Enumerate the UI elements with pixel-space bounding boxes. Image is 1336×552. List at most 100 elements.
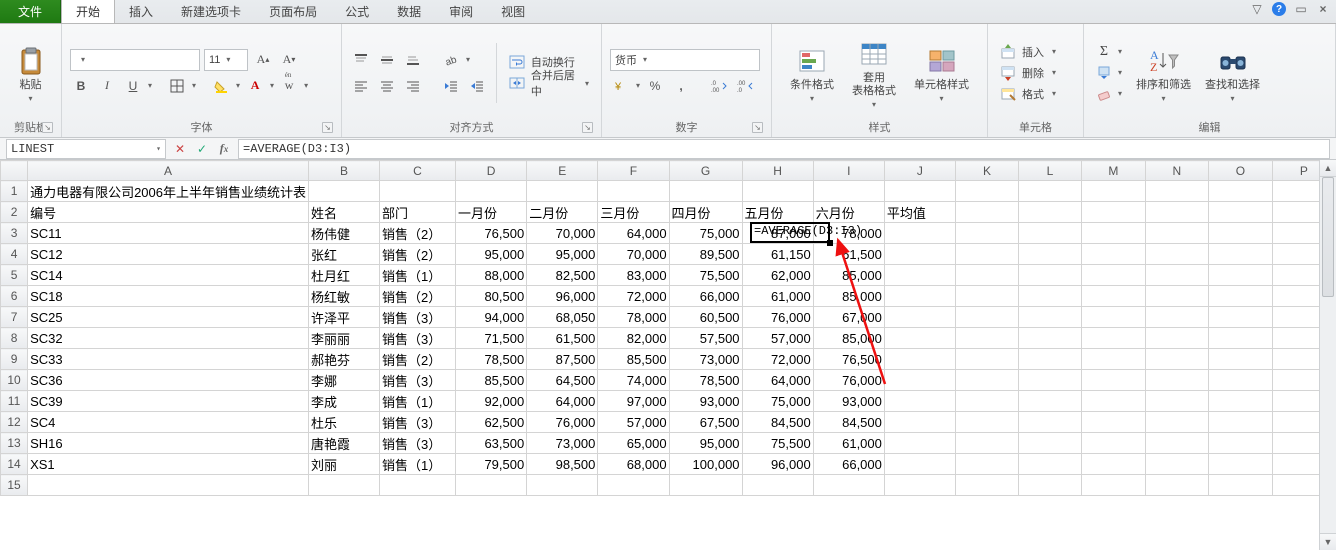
cell[interactable]: 杨伟健 [309,223,380,244]
cell[interactable]: 83,000 [598,265,669,286]
minimize-ribbon-icon[interactable]: ▽ [1250,2,1264,16]
cell[interactable]: 92,000 [456,391,527,412]
percent-style-button[interactable]: % [644,75,666,97]
cell[interactable] [1019,433,1082,454]
cell[interactable] [1145,349,1208,370]
cell[interactable] [884,328,955,349]
cell[interactable] [1019,391,1082,412]
tab-review[interactable]: 审阅 [435,0,487,23]
tab-home[interactable]: 开始 [61,0,115,23]
cell[interactable]: 97,000 [598,391,669,412]
row-header[interactable]: 9 [1,349,28,370]
cell[interactable] [1081,475,1145,496]
cell[interactable] [1209,475,1273,496]
cell[interactable]: 68,050 [527,307,598,328]
cell[interactable] [1209,412,1273,433]
cell[interactable]: 64,000 [598,223,669,244]
find-select-button[interactable]: 查找和选择▾ [1201,43,1264,103]
cell[interactable] [884,370,955,391]
cell[interactable]: 销售（1） [379,454,455,475]
vertical-scrollbar[interactable]: ▲ ▼ [1319,160,1336,550]
align-bottom-icon[interactable] [402,49,424,71]
dialog-launcher-icon[interactable]: ↘ [322,122,333,133]
cell[interactable] [884,223,955,244]
cell[interactable] [1145,307,1208,328]
sort-filter-button[interactable]: AZ 排序和筛选▾ [1132,43,1195,103]
scroll-down-icon[interactable]: ▼ [1320,533,1336,550]
cell[interactable] [955,328,1018,349]
cell[interactable]: 许泽平 [309,307,380,328]
column-header[interactable]: H [742,161,813,181]
cell[interactable]: 61,000 [742,286,813,307]
cell[interactable] [955,181,1018,202]
cell[interactable] [1081,454,1145,475]
cell[interactable]: SC32 [28,328,309,349]
cell[interactable]: XS1 [28,454,309,475]
font-name-combo[interactable]: ▾ [70,49,200,71]
cell[interactable]: 70,000 [527,223,598,244]
cell[interactable] [1019,370,1082,391]
row-header[interactable]: 12 [1,412,28,433]
cell[interactable]: 郝艳芬 [309,349,380,370]
row-header[interactable]: 15 [1,475,28,496]
column-header[interactable]: A [28,161,309,181]
cell[interactable]: 76,000 [527,412,598,433]
scroll-up-icon[interactable]: ▲ [1320,160,1336,177]
column-header[interactable]: D [456,161,527,181]
align-top-icon[interactable] [350,49,372,71]
cell[interactable]: 杜月红 [309,265,380,286]
increase-indent-icon[interactable] [466,75,488,97]
comma-style-button[interactable]: , [670,75,692,97]
cell[interactable]: 57,000 [742,328,813,349]
tab-insert[interactable]: 插入 [115,0,167,23]
cell[interactable] [1019,328,1082,349]
cell[interactable]: 93,000 [669,391,742,412]
cell[interactable] [1081,265,1145,286]
cell[interactable]: 四月份 [669,202,742,223]
cell[interactable]: 64,000 [527,391,598,412]
dialog-launcher-icon[interactable]: ↘ [42,122,53,133]
column-header[interactable]: E [527,161,598,181]
cell[interactable]: SC39 [28,391,309,412]
autosum-button[interactable]: Σ▾ [1092,41,1126,62]
cell[interactable]: 67,500 [669,412,742,433]
cell[interactable]: SH16 [28,433,309,454]
cell[interactable]: 销售（2） [379,223,455,244]
dialog-launcher-icon[interactable]: ↘ [752,122,763,133]
cell[interactable]: 销售（1） [379,391,455,412]
cell[interactable]: 五月份 [742,202,813,223]
cell[interactable] [884,349,955,370]
cell[interactable] [1019,349,1082,370]
cell[interactable]: 62,000 [742,265,813,286]
row-header[interactable]: 4 [1,244,28,265]
align-right-icon[interactable] [402,75,424,97]
cell[interactable]: 73,000 [669,349,742,370]
cell[interactable]: 60,500 [669,307,742,328]
column-header[interactable]: O [1209,161,1273,181]
cell[interactable] [1209,433,1273,454]
cell[interactable]: 57,000 [598,412,669,433]
bold-button[interactable]: B [70,75,92,97]
phonetic-guide-button[interactable]: wén [278,75,300,97]
cell[interactable] [955,412,1018,433]
cell[interactable] [1145,412,1208,433]
cell[interactable]: 销售（3） [379,328,455,349]
row-header[interactable]: 13 [1,433,28,454]
cell[interactable]: SC18 [28,286,309,307]
cell[interactable]: 79,500 [456,454,527,475]
border-button[interactable] [166,75,188,97]
column-header[interactable]: C [379,161,455,181]
cell[interactable] [1019,286,1082,307]
help-icon[interactable]: ? [1272,2,1286,16]
cell[interactable]: 76,500 [456,223,527,244]
cell[interactable] [1081,349,1145,370]
cell[interactable] [1019,244,1082,265]
row-header[interactable]: 8 [1,328,28,349]
cell[interactable] [1209,223,1273,244]
cell[interactable]: SC12 [28,244,309,265]
cell[interactable] [813,181,884,202]
cell[interactable] [1081,181,1145,202]
cell[interactable]: 编号 [28,202,309,223]
cell[interactable]: 95,000 [527,244,598,265]
cell[interactable]: SC33 [28,349,309,370]
